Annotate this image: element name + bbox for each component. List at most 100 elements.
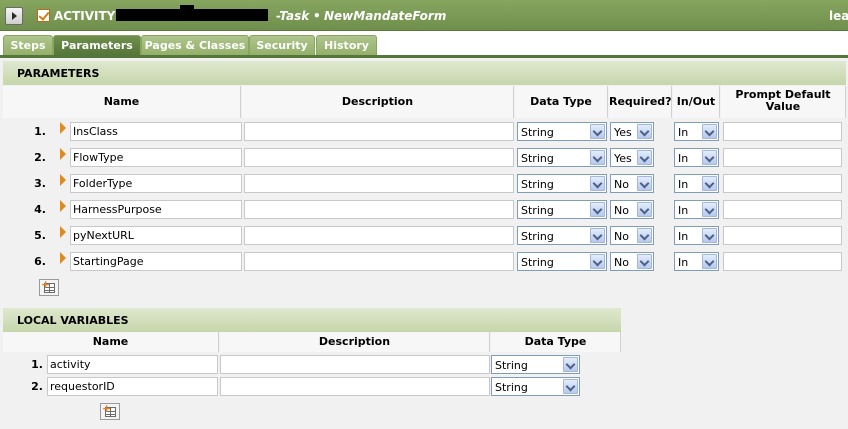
row-expand-icon[interactable]	[60, 252, 66, 264]
param-col-data-type: Data Type	[515, 86, 608, 118]
param-required-select[interactable]: No	[610, 252, 654, 271]
param-prompt-default-input[interactable]	[723, 226, 842, 245]
select-value: No	[614, 230, 629, 243]
param-prompt-default-input[interactable]	[723, 148, 842, 167]
chevron-down-icon[interactable]	[563, 379, 578, 394]
param-description-input[interactable]	[244, 174, 514, 193]
param-in-out-select[interactable]: In	[674, 122, 719, 141]
select-value: String	[521, 178, 554, 191]
select-value: String	[521, 152, 554, 165]
param-data-type-select[interactable]: String	[517, 174, 607, 193]
rule-type-label: ACTIVITY	[54, 9, 116, 23]
param-in-out-select[interactable]: In	[674, 200, 719, 219]
tab-history[interactable]: History	[316, 35, 377, 55]
chevron-down-icon[interactable]	[590, 124, 605, 139]
param-description-input[interactable]	[244, 226, 514, 245]
tab-pages-classes[interactable]: Pages & Classes	[141, 35, 249, 55]
param-in-out-select[interactable]: In	[674, 252, 719, 271]
param-description-input[interactable]	[244, 252, 514, 271]
chevron-down-icon[interactable]	[702, 176, 717, 191]
select-value: String	[495, 381, 528, 394]
param-data-type-select[interactable]: String	[517, 122, 607, 141]
chevron-down-icon[interactable]	[702, 228, 717, 243]
param-in-out-select[interactable]: In	[674, 226, 719, 245]
param-prompt-default-input[interactable]	[723, 122, 842, 141]
tab-steps[interactable]: Steps	[3, 35, 53, 55]
lv-col-name: Name	[3, 332, 219, 352]
chevron-down-icon[interactable]	[637, 176, 652, 191]
row-number: 4.	[34, 203, 46, 216]
param-required-select[interactable]: No	[610, 200, 654, 219]
chevron-down-icon[interactable]	[563, 357, 578, 372]
header-right-text: leave	[829, 9, 848, 23]
chevron-down-icon[interactable]	[702, 124, 717, 139]
add-row-icon[interactable]: +	[100, 403, 120, 420]
select-value: Yes	[614, 152, 632, 165]
param-description-input[interactable]	[244, 200, 514, 219]
chevron-down-icon[interactable]	[702, 150, 717, 165]
param-name-input[interactable]: FolderType	[70, 174, 242, 193]
param-description-input[interactable]	[244, 122, 514, 141]
lv-name-input[interactable]: requestorID	[47, 377, 218, 396]
header-bullet: •	[313, 9, 321, 23]
param-data-type-select[interactable]: String	[517, 252, 607, 271]
chevron-down-icon[interactable]	[637, 254, 652, 269]
lv-description-input[interactable]	[220, 355, 490, 374]
chevron-down-icon[interactable]	[590, 150, 605, 165]
rule-name: NewMandateForm	[324, 9, 447, 23]
param-prompt-default-input[interactable]	[723, 200, 842, 219]
chevron-down-icon[interactable]	[590, 202, 605, 217]
param-data-type-select[interactable]: String	[517, 148, 607, 167]
select-value: In	[678, 204, 689, 217]
param-required-select[interactable]: No	[610, 174, 654, 193]
lv-name-input[interactable]: activity	[47, 355, 218, 374]
row-expand-icon[interactable]	[60, 226, 66, 238]
param-in-out-select[interactable]: In	[674, 148, 719, 167]
chevron-down-icon[interactable]	[637, 124, 652, 139]
param-required-select[interactable]: Yes	[610, 122, 654, 141]
param-in-out-select[interactable]: In	[674, 174, 719, 193]
chevron-down-icon[interactable]	[702, 202, 717, 217]
add-row-icon[interactable]: +	[39, 279, 59, 296]
row-expand-icon[interactable]	[60, 200, 66, 212]
param-col-required: Required?	[609, 86, 672, 118]
param-name-input[interactable]: pyNextURL	[70, 226, 242, 245]
select-value: No	[614, 178, 629, 191]
row-expand-icon[interactable]	[60, 122, 66, 134]
chevron-down-icon[interactable]	[590, 176, 605, 191]
param-name-input[interactable]: FlowType	[70, 148, 242, 167]
param-data-type-select[interactable]: String	[517, 226, 607, 245]
param-col-description: Description	[242, 86, 514, 118]
row-number: 1.	[31, 358, 43, 371]
lv-description-input[interactable]	[220, 377, 490, 396]
plus-icon: +	[41, 278, 51, 291]
row-expand-icon[interactable]	[60, 174, 66, 186]
chevron-down-icon[interactable]	[637, 228, 652, 243]
param-required-select[interactable]: Yes	[610, 148, 654, 167]
chevron-down-icon[interactable]	[590, 254, 605, 269]
rule-header: ACTIVITY -Task • NewMandateForm leave	[0, 0, 848, 31]
row-expand-icon[interactable]	[60, 148, 66, 160]
lv-col-data-type: Data Type	[491, 332, 621, 352]
lv-data-type-select[interactable]: String	[491, 377, 580, 396]
select-value: In	[678, 152, 689, 165]
select-value: String	[521, 204, 554, 217]
chevron-down-icon[interactable]	[702, 254, 717, 269]
chevron-down-icon[interactable]	[637, 150, 652, 165]
select-value: In	[678, 256, 689, 269]
param-required-select[interactable]: No	[610, 226, 654, 245]
param-name-input[interactable]: HarnessPurpose	[70, 200, 242, 219]
param-prompt-default-input[interactable]	[723, 252, 842, 271]
param-name-input[interactable]: InsClass	[70, 122, 242, 141]
param-name-input[interactable]: StartingPage	[70, 252, 242, 271]
expand-toggle-icon[interactable]	[5, 7, 23, 25]
tab-parameters[interactable]: Parameters	[53, 35, 141, 55]
tab-security[interactable]: Security	[249, 35, 315, 55]
param-description-input[interactable]	[244, 148, 514, 167]
select-value: In	[678, 230, 689, 243]
chevron-down-icon[interactable]	[637, 202, 652, 217]
chevron-down-icon[interactable]	[590, 228, 605, 243]
param-data-type-select[interactable]: String	[517, 200, 607, 219]
param-prompt-default-input[interactable]	[723, 174, 842, 193]
lv-data-type-select[interactable]: String	[491, 355, 580, 374]
